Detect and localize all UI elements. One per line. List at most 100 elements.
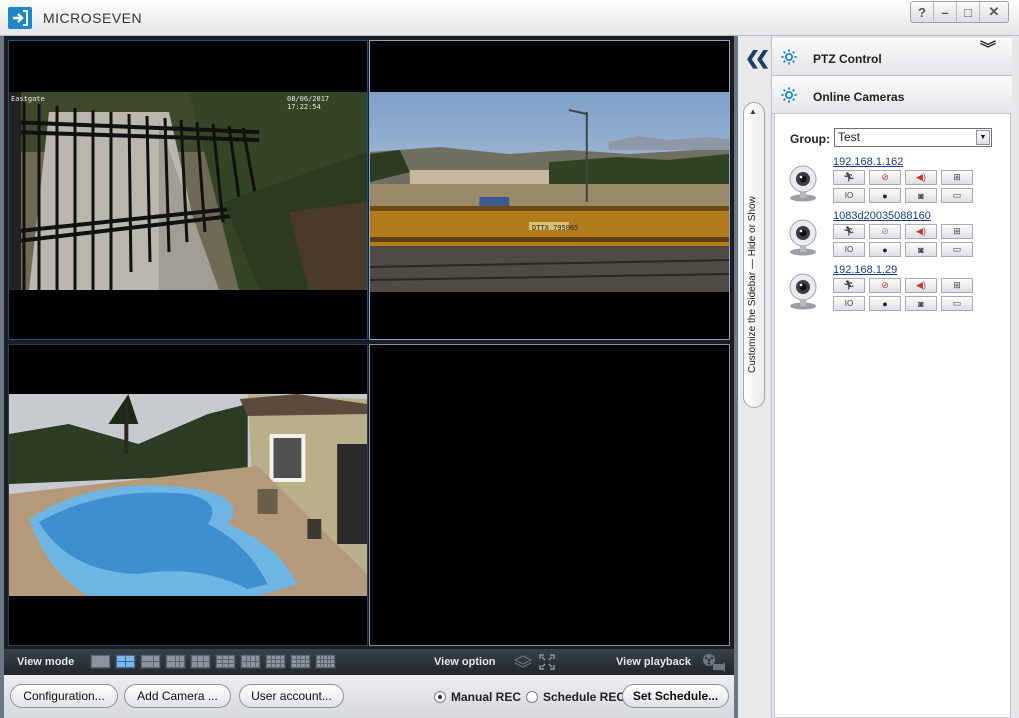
camera-label: Eastgate [11,95,45,103]
layout-quad-button[interactable] [115,654,136,669]
manual-rec-radio-dot[interactable] [434,691,446,703]
mute-icon[interactable]: ⊘ [869,224,901,239]
close-button[interactable]: ✕ [980,2,1008,22]
video-cell-3[interactable] [8,344,368,646]
layout-nine-button[interactable] [190,654,211,669]
double-chevron-left-icon[interactable]: ❮❮ [745,48,770,69]
help-button[interactable]: ? [911,2,934,22]
layout-twentyfive-button[interactable] [315,654,336,669]
io-alarm-icon[interactable]: IO [833,296,865,311]
webcam-icon [789,273,817,310]
minimize-button[interactable]: – [934,2,957,22]
mute-icon[interactable]: ⊘ [869,170,901,185]
motion-alarm-icon[interactable]: 🏃︎ [833,278,865,293]
online-cameras-panel: Group: Test ▼ 192.168.1.162 🏃︎ ⊘ ◀) ⊞ IO… [774,113,1011,718]
camera-row: 1083d20035088160 🏃︎ ⊘ ◀) ⊞ IO ● ◙ ▭ [775,210,1012,264]
ptz-control-title: PTZ Control [813,52,882,66]
gear-icon [781,87,797,103]
schedule-rec-radio[interactable]: Schedule REC [526,690,625,704]
layout-six-button[interactable] [140,654,161,669]
record-icon[interactable]: ● [869,188,901,203]
speaker-icon[interactable]: ◀) [905,278,937,293]
bottom-toolbar: Configuration... Add Camera ... User acc… [0,675,738,718]
record-icon[interactable]: ● [869,296,901,311]
video-cell-2[interactable]: DTTX 795065 [369,40,730,340]
stream-icon[interactable]: ▭ [941,188,973,203]
video-cell-1[interactable]: Eastgate 08/06/2017 17:22:54 [8,40,368,340]
online-cameras-title: Online Cameras [813,90,905,104]
view-option-label: View option [434,656,496,668]
online-cameras-header[interactable]: Online Cameras [772,76,1012,114]
mute-icon[interactable]: ⊘ [869,278,901,293]
video-grid: Eastgate 08/06/2017 17:22:54 DTTX 795065 [0,36,738,649]
title-bar: MICROSEVEN ? – □ ✕ [0,0,1019,36]
record-icon[interactable]: ● [869,242,901,257]
camera-row: 192.168.1.162 🏃︎ ⊘ ◀) ⊞ IO ● ◙ ▭ [775,156,1012,210]
manual-rec-label: Manual REC [451,690,522,704]
speaker-icon[interactable]: ◀) [905,224,937,239]
fullscreen-icon[interactable] [539,654,555,670]
group-label: Group: [790,132,830,146]
manual-rec-radio[interactable]: Manual REC [434,690,521,704]
gear-icon [781,49,797,65]
camera-link[interactable]: 192.168.1.162 [833,156,903,168]
window-controls: ? – □ ✕ [910,1,1009,23]
camera-row: 192.168.1.29 🏃︎ ⊘ ◀) ⊞ IO ● ◙ ▭ [775,264,1012,318]
camera-link[interactable]: 192.168.1.29 [833,264,897,276]
motion-alarm-icon[interactable]: 🏃︎ [833,170,865,185]
layout-ten-button[interactable] [215,654,236,669]
camera-link[interactable]: 1083d20035088160 [833,210,931,222]
speaker-icon[interactable]: ◀) [905,170,937,185]
view-playback-label: View playback [616,656,692,668]
sidebar-strip: ❮❮ ▲ Customize the Sidebar — Hide or Sho… [738,36,772,718]
layout-twenty-button[interactable] [290,654,311,669]
stream-icon[interactable]: ▭ [941,242,973,257]
view-mode-label: View mode [17,656,75,668]
layout-single-button[interactable] [90,654,111,669]
maximize-button[interactable]: □ [957,2,980,22]
group-select[interactable]: Test ▼ [834,128,992,147]
arrow-up-icon: ▲ [749,107,757,116]
network-icon[interactable]: ⊞ [941,278,973,293]
ptz-control-header[interactable]: PTZ Control ︾ [772,38,1012,76]
schedule-rec-label: Schedule REC [543,690,626,704]
schedule-rec-radio-dot[interactable] [526,691,538,703]
snapshot-icon[interactable]: ◙ [905,242,937,257]
user-account-button[interactable]: User account... [239,684,344,708]
webcam-icon [789,165,817,202]
configuration-button[interactable]: Configuration... [10,684,118,708]
layout-thirteen-button[interactable] [240,654,261,669]
view-bar: View mode View option View playback [0,649,738,675]
camera-feed-train [370,92,729,292]
camera-feed-pool [9,394,367,596]
app-title: MICROSEVEN [43,10,143,26]
motion-alarm-icon[interactable]: 🏃︎ [833,224,865,239]
network-icon[interactable]: ⊞ [941,170,973,185]
snapshot-icon[interactable]: ◙ [905,296,937,311]
layout-eight-button[interactable] [165,654,186,669]
layers-icon[interactable] [514,654,532,670]
io-alarm-icon[interactable]: IO [833,188,865,203]
io-alarm-icon[interactable]: IO [833,242,865,257]
snapshot-icon[interactable]: ◙ [905,188,937,203]
network-icon[interactable]: ⊞ [941,224,973,239]
dropdown-arrow-icon[interactable]: ▼ [976,130,990,145]
double-chevron-down-icon[interactable]: ︾ [980,41,996,57]
sidebar-toggle[interactable]: ▲ Customize the Sidebar — Hide or Show [743,102,765,408]
group-select-value: Test [838,130,861,144]
camera-controls: 🏃︎ ⊘ ◀) ⊞ IO ● ◙ ▭ [833,170,973,203]
film-reel-icon[interactable] [701,652,725,672]
app-logo-icon [8,7,32,29]
layout-sixteen-button[interactable] [265,654,286,669]
add-camera-button[interactable]: Add Camera ... [124,684,231,708]
set-schedule-button[interactable]: Set Schedule... [622,684,729,708]
right-sidebar: PTZ Control ︾ Online Cameras Group: Test… [772,36,1019,718]
camera-feed-gate [9,92,367,290]
video-cell-4[interactable] [369,344,730,646]
train-car-label: DTTX 795065 [532,224,579,232]
camera-controls: 🏃︎ ⊘ ◀) ⊞ IO ● ◙ ▭ [833,278,973,311]
camera-timestamp: 08/06/2017 17:22:54 [287,95,330,111]
stream-icon[interactable]: ▭ [941,296,973,311]
webcam-icon [789,219,817,256]
sidebar-toggle-text: Customize the Sidebar — Hide or Show [747,196,758,373]
